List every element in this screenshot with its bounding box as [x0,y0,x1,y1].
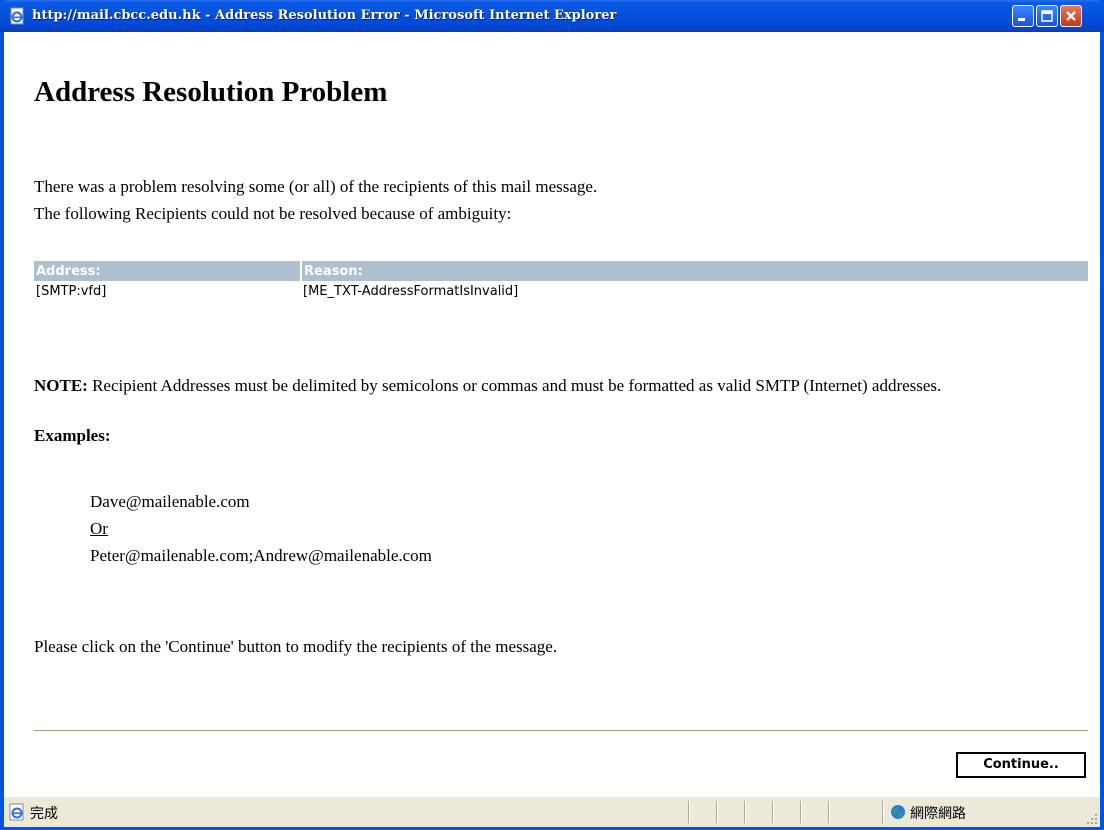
ie-page-icon [10,7,24,25]
status-text: 完成 [30,806,58,822]
table-row: [SMTP:vfd] [ME_TXT-AddressFormatIsInvali… [34,281,1088,301]
recipients-table: Address: Reason: [SMTP:vfd] [ME_TXT-Addr… [34,261,1088,301]
note-paragraph: NOTE: Recipient Addresses must be delimi… [34,372,1094,399]
example-multiple: Peter@mailenable.com;Andrew@mailenable.c… [90,546,432,565]
status-divider [800,801,802,823]
status-divider [716,801,718,823]
reason-column-header: Reason: [301,261,1088,281]
note-label: NOTE: [34,376,88,395]
example-or: Or [90,519,108,538]
continue-button[interactable]: Continue.. [956,752,1086,778]
table-header-row: Address: Reason: [34,261,1088,281]
close-icon [1066,11,1076,21]
reason-cell: [ME_TXT-AddressFormatIsInvalid] [303,283,519,299]
address-column-header: Address: [34,261,302,281]
zone-text: 網際網路 [910,806,966,822]
maximize-button[interactable] [1036,5,1058,27]
status-bar: 完成 網際網路 [4,796,1100,827]
status-divider [772,801,774,823]
intro-text: There was a problem resolving some (or a… [34,173,597,227]
page-content: Address Resolution Problem There was a p… [4,32,1100,796]
minimize-button[interactable] [1012,5,1034,27]
resize-grip-icon[interactable] [1086,813,1098,825]
globe-icon [891,805,905,819]
status-divider [828,801,830,823]
intro-line-2: The following Recipients could not be re… [34,204,512,223]
browser-window: http://mail.cbcc.edu.hk - Address Resolu… [0,0,1104,830]
status-divider [882,801,884,823]
close-button[interactable] [1060,5,1082,27]
example-single: Dave@mailenable.com [90,492,250,511]
maximize-icon [1041,10,1053,22]
intro-line-1: There was a problem resolving some (or a… [34,177,598,196]
ie-page-icon [9,803,24,821]
separator-line [34,730,1088,732]
minimize-icon [1018,18,1025,21]
examples-label: Examples: [34,426,111,445]
examples-list: Dave@mailenable.com Or Peter@mailenable.… [90,488,432,569]
status-divider [688,801,690,823]
window-title: http://mail.cbcc.edu.hk - Address Resolu… [32,8,617,23]
note-text: Recipient Addresses must be delimited by… [87,376,942,395]
instruction-text: Please click on the 'Continue' button to… [34,637,558,656]
status-divider [744,801,746,823]
page-title: Address Resolution Problem [34,76,388,108]
address-cell: [SMTP:vfd] [36,283,107,299]
title-bar[interactable]: http://mail.cbcc.edu.hk - Address Resolu… [0,0,1104,32]
